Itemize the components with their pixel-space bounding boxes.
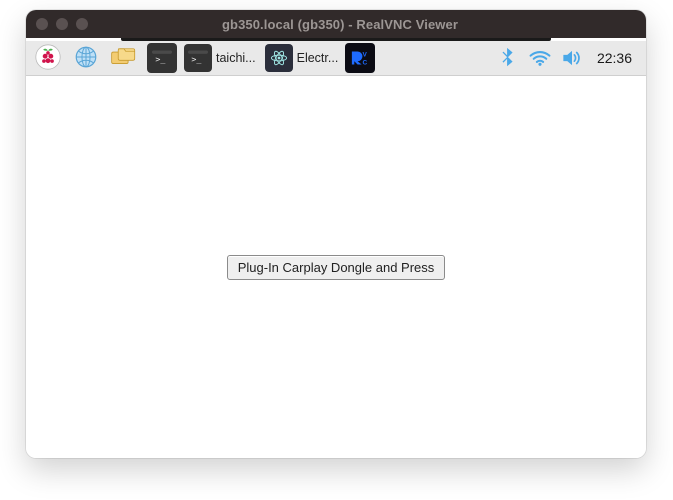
task-electron[interactable]: Electr... — [263, 43, 344, 73]
svg-text:C: C — [363, 60, 368, 67]
system-tray: 22:36 — [497, 47, 640, 69]
raspberry-icon — [35, 44, 61, 73]
taskbar: >_ >_ taichi... Electr... VC — [26, 41, 646, 76]
folders-icon — [110, 45, 138, 72]
svg-text:V: V — [363, 51, 368, 58]
terminal-icon: >_ — [184, 44, 212, 72]
task-realvnc[interactable]: VC — [345, 43, 375, 73]
bluetooth-tray-icon[interactable] — [497, 47, 519, 69]
task-label: taichi... — [216, 51, 256, 65]
wifi-tray-icon[interactable] — [529, 47, 551, 69]
task-terminal[interactable]: >_ taichi... — [182, 43, 261, 73]
start-menu-button[interactable] — [30, 42, 66, 74]
task-label: Electr... — [297, 51, 339, 65]
web-browser-launcher[interactable] — [68, 42, 104, 74]
app-client-area: Plug-In Carplay Dongle and Press — [26, 76, 646, 458]
plug-in-carplay-button[interactable]: Plug-In Carplay Dongle and Press — [227, 255, 446, 280]
svg-text:>_: >_ — [155, 54, 166, 64]
terminal-launcher[interactable]: >_ — [144, 42, 180, 74]
window-titlebar: gb350.local (gb350) - RealVNC Viewer — [26, 10, 646, 38]
volume-tray-icon[interactable] — [561, 47, 583, 69]
terminal-icon: >_ — [147, 43, 177, 73]
realvnc-icon: VC — [345, 43, 375, 73]
vnc-viewer-window: gb350.local (gb350) - RealVNC Viewer — [26, 10, 646, 458]
electron-icon — [265, 44, 293, 72]
svg-text:>_: >_ — [191, 54, 202, 64]
window-title: gb350.local (gb350) - RealVNC Viewer — [44, 17, 636, 32]
clock[interactable]: 22:36 — [593, 50, 636, 66]
remote-desktop: >_ >_ taichi... Electr... VC — [26, 38, 646, 458]
file-manager-launcher[interactable] — [106, 42, 142, 74]
globe-icon — [73, 44, 99, 73]
